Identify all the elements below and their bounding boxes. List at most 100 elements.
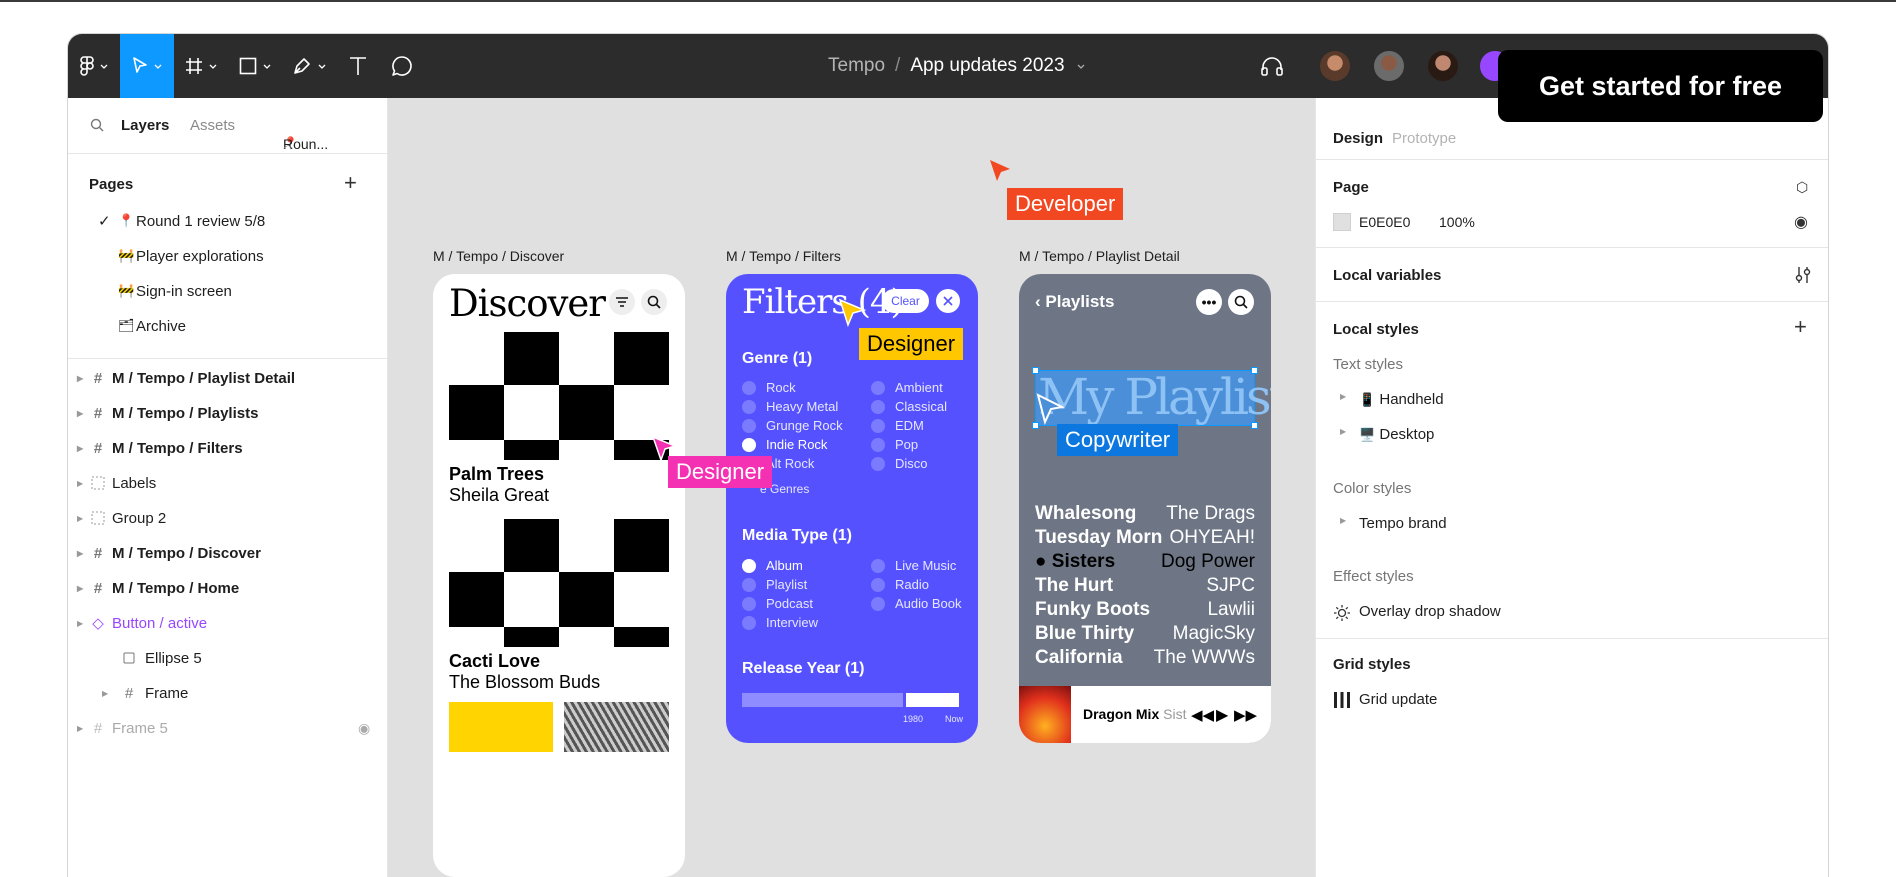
song-title[interactable]: Funky Boots [1035,599,1150,621]
genre-option[interactable]: Pop [871,437,918,452]
layer-row[interactable]: ▶ # M / Tempo / Playlists [68,398,388,428]
song-title-playing[interactable]: ● Sisters [1035,551,1115,573]
resize-handle[interactable] [1251,367,1258,374]
discover-title[interactable]: Discover ﹀ [449,282,632,325]
layer-row[interactable]: ▶ # M / Tempo / Playlist Detail [68,363,388,393]
layer-row[interactable]: Ellipse 5 [68,643,388,673]
tab-prototype[interactable]: Prototype [1392,130,1456,147]
move-tool-button[interactable] [120,34,174,98]
text-style-item[interactable]: 🖥️ Desktop [1359,426,1434,443]
search-button[interactable] [641,289,667,315]
tab-layers[interactable]: Layers [121,117,169,134]
frame-label[interactable]: M / Tempo / Filters [726,248,841,264]
page-item[interactable]: 🗂 Archive [98,315,378,337]
back-to-playlists[interactable]: ‹ Playlists [1035,292,1114,312]
expand-arrow-icon[interactable]: ▶ [102,689,108,698]
shape-tool-button[interactable] [228,34,282,98]
resize-handle[interactable] [1032,367,1039,374]
eye-icon[interactable]: ◉ [1794,212,1808,232]
expand-arrow-icon[interactable]: ▶ [77,514,83,523]
media-option[interactable]: Radio [871,577,929,592]
frame-label[interactable]: M / Tempo / Playlist Detail [1019,248,1180,264]
page-item[interactable]: 🚧 Player explorations [98,245,378,267]
page-color-hex[interactable]: E0E0E0 [1359,214,1410,230]
media-option-selected[interactable]: Album [742,558,803,573]
page-opacity[interactable]: 100% [1439,214,1475,230]
layer-row[interactable]: ▶ ◇ Button / active [68,608,388,638]
comment-tool-button[interactable] [380,34,424,98]
genre-option-selected[interactable]: Indie Rock [742,437,827,452]
now-playing-bar[interactable]: Dragon Mix Sist ◀◀ ▶ ▶▶ [1019,686,1271,743]
media-option[interactable]: Playlist [742,577,807,592]
expand-arrow-icon[interactable]: ▶ [77,619,83,628]
expand-arrow-icon[interactable]: ▶ [1340,516,1346,525]
clear-button[interactable]: Clear [882,289,929,313]
hide-panel-icon[interactable]: ⬡ [1796,179,1808,196]
discover-frame[interactable]: Discover ﹀ Palm Trees Sheila Great Cacti… [433,274,685,877]
rewind-icon[interactable]: ◀◀ [1191,706,1214,724]
year-range-track[interactable] [742,691,962,709]
range-handle-right[interactable] [959,691,962,709]
expand-arrow-icon[interactable]: ▶ [1340,427,1346,436]
more-options-button[interactable]: ••• [1196,289,1222,315]
song-title[interactable]: California [1035,647,1123,669]
frame-label[interactable]: M / Tempo / Discover [433,248,564,264]
get-started-button[interactable]: Get started for free [1498,50,1823,122]
song-title[interactable]: Blue Thirty [1035,623,1134,645]
range-handle-left[interactable] [903,691,906,709]
search-icon[interactable] [90,118,104,132]
avatar[interactable] [1318,49,1352,83]
search-button[interactable] [1228,289,1254,315]
page-item[interactable]: ✓ 📍 Round 1 review 5/8 [98,210,378,232]
effect-style-item[interactable]: Overlay drop shadow [1359,603,1501,620]
design-canvas[interactable]: M / Tempo / Discover M / Tempo / Filters… [388,98,1315,877]
variables-settings-icon[interactable] [1794,266,1812,284]
audio-huddle-button[interactable] [1252,34,1292,98]
tab-assets[interactable]: Assets [190,117,235,134]
close-button[interactable] [936,289,960,313]
pen-tool-button[interactable] [282,34,336,98]
media-option[interactable]: Audio Book [871,596,962,611]
text-style-item[interactable]: 📱 Handheld [1359,391,1444,408]
add-style-button[interactable]: + [1794,314,1807,340]
genre-option[interactable]: Ambient [871,380,943,395]
fast-forward-icon[interactable]: ▶▶ [1234,706,1257,724]
avatar[interactable] [1426,49,1460,83]
expand-arrow-icon[interactable]: ▶ [77,724,83,733]
album-art-checker[interactable] [449,332,669,460]
playlist-detail-frame[interactable]: ‹ Playlists ••• My Playlist Whalesong Th… [1019,274,1271,743]
genre-option[interactable]: Classical [871,399,947,414]
resize-handle[interactable] [1251,422,1258,429]
expand-arrow-icon[interactable]: ▶ [77,374,83,383]
expand-arrow-icon[interactable]: ▶ [1340,392,1346,401]
playlist-title-selection[interactable]: My Playlist [1032,367,1271,429]
layer-row[interactable]: ▶ # M / Tempo / Filters [68,433,388,463]
genre-option[interactable]: Disco [871,456,928,471]
song-title[interactable]: Tuesday Morn [1035,527,1162,549]
album-art-checker[interactable] [449,519,669,647]
media-option[interactable]: Podcast [742,596,813,611]
frame-tool-button[interactable] [174,34,228,98]
play-icon[interactable]: ▶ [1216,705,1228,725]
page-color-swatch[interactable] [1333,213,1351,231]
filter-button[interactable] [609,289,635,315]
album-art-yellow[interactable] [449,702,553,752]
tab-design[interactable]: Design [1333,130,1383,147]
expand-arrow-icon[interactable]: ▶ [77,584,83,593]
layer-row[interactable]: ▶ Labels [68,468,388,498]
media-option[interactable]: Live Music [871,558,956,573]
expand-arrow-icon[interactable]: ▶ [77,479,83,488]
song-title[interactable]: The Hurt [1035,575,1113,597]
breadcrumb[interactable]: Tempo / App updates 2023 [828,34,1085,98]
album-art-photo[interactable] [564,702,669,752]
grid-style-item[interactable]: Grid update [1359,691,1437,708]
breadcrumb-file-name[interactable]: App updates 2023 [910,55,1064,77]
expand-arrow-icon[interactable]: ▶ [77,444,83,453]
main-menu-button[interactable] [68,34,120,98]
breadcrumb-project[interactable]: Tempo [828,55,885,77]
expand-arrow-icon[interactable]: ▶ [77,409,83,418]
song-title[interactable]: Whalesong [1035,503,1136,525]
genre-option[interactable]: Rock [742,380,796,395]
color-style-item[interactable]: Tempo brand [1359,515,1447,532]
genre-option[interactable]: EDM [871,418,924,433]
